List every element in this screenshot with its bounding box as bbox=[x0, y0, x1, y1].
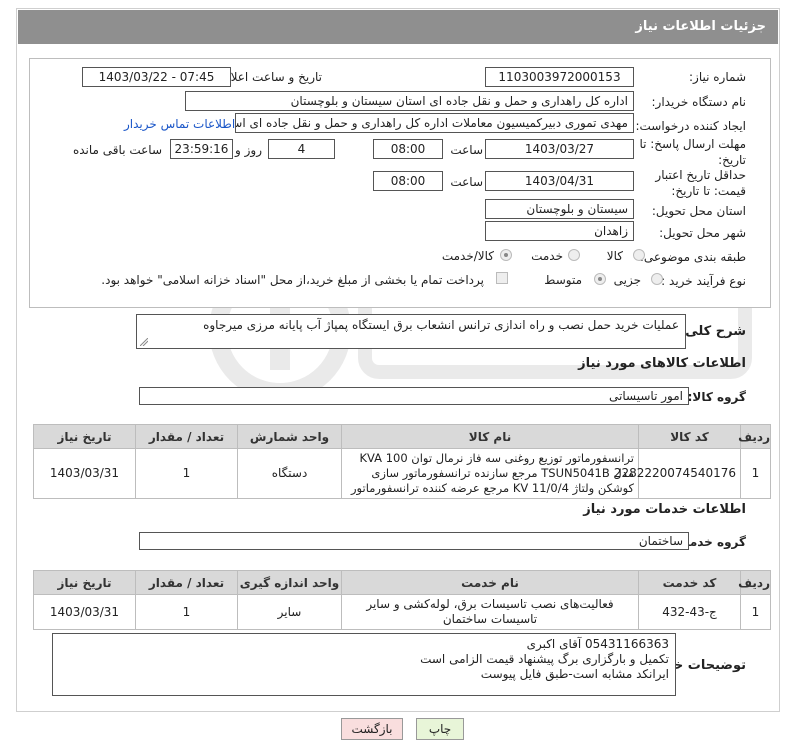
goods-code: 2282220074540176 bbox=[614, 448, 741, 499]
goods-date: 1403/03/31 bbox=[33, 448, 136, 499]
table-row[interactable]: 1 2282220074540176 ترانسفورماتور توزیع ر… bbox=[33, 448, 771, 499]
reply-deadline-label: مهلت ارسال پاسخ: تا تاریخ: bbox=[639, 137, 746, 167]
goods-section-title: اطلاعات کالاهای مورد نیاز bbox=[578, 356, 746, 371]
category-option-service: خدمت bbox=[531, 249, 563, 263]
col-date: تاریخ نیاز bbox=[33, 570, 136, 595]
province-field[interactable]: سیستان و بلوچستان bbox=[485, 199, 634, 219]
price-validity-label: حداقل تاریخ اعتبار قیمت: تا تاریخ: bbox=[655, 168, 746, 198]
province-label: استان محل تحویل: bbox=[651, 204, 746, 218]
goods-table: ردیف کد کالا نام کالا واحد شمارش تعداد /… bbox=[33, 424, 771, 499]
col-row: ردیف bbox=[738, 424, 771, 449]
buyer-note-line: ایرانکد مشابه است-طبق فایل پیوست bbox=[480, 667, 669, 681]
goods-table-header: ردیف کد کالا نام کالا واحد شمارش تعداد /… bbox=[33, 424, 771, 449]
row-number: 1 bbox=[740, 448, 771, 499]
print-button[interactable]: چاپ bbox=[416, 718, 464, 740]
need-number-field[interactable]: 1103003972000153 bbox=[485, 67, 634, 87]
price-validity-date-field[interactable]: 1403/04/31 bbox=[485, 171, 634, 191]
buyer-note-line: 05431166363 آقای اکبری bbox=[526, 637, 669, 651]
purchase-type-label: نوع فرآیند خرید : bbox=[661, 274, 746, 288]
services-group-field[interactable]: ساختمان bbox=[139, 532, 689, 550]
reply-date-field[interactable]: 1403/03/27 bbox=[485, 139, 634, 159]
buyer-org-label: نام دستگاه خریدار: bbox=[651, 95, 747, 109]
buyer-org-field[interactable]: اداره کل راهداری و حمل و نقل جاده ای است… bbox=[185, 91, 634, 111]
reply-time-field[interactable]: 08:00 bbox=[373, 139, 443, 159]
back-button[interactable]: بازگشت bbox=[341, 718, 403, 740]
category-radio-service[interactable] bbox=[568, 249, 580, 261]
service-unit: سایر bbox=[237, 594, 342, 630]
price-validity-time-label: ساعت bbox=[450, 175, 483, 189]
buyer-note-line: تکمیل و بارگزاری برگ پیشنهاد قیمت الزامی… bbox=[420, 652, 669, 666]
service-name: فعالیت‌های نصب تاسیسات برق، لوله‌کشی و س… bbox=[341, 594, 639, 630]
reply-days-field[interactable]: 4 bbox=[268, 139, 335, 159]
requester-label: ایجاد کننده درخواست: bbox=[635, 119, 746, 133]
reply-time-label: ساعت bbox=[450, 143, 483, 157]
col-code: کد خدمت bbox=[638, 570, 741, 595]
col-row: ردیف bbox=[738, 570, 771, 595]
service-code: ج-43-432 bbox=[638, 594, 741, 630]
col-qty: تعداد / مقدار bbox=[135, 570, 238, 595]
city-field[interactable]: زاهدان bbox=[485, 221, 634, 241]
col-name: نام کالا bbox=[341, 424, 639, 449]
purchase-radio-minor[interactable] bbox=[651, 273, 663, 285]
announce-datetime-field[interactable]: 1403/03/22 - 07:45 bbox=[82, 67, 231, 87]
services-table-header: ردیف کد خدمت نام خدمت واحد اندازه گیری ت… bbox=[33, 570, 771, 595]
reply-days-label: روز و bbox=[235, 143, 262, 157]
page-title: جزئیات اطلاعات نیاز bbox=[18, 10, 778, 44]
service-date: 1403/03/31 bbox=[33, 594, 136, 630]
description-textarea[interactable]: عملیات خرید حمل نصب و راه اندازی ترانس ا… bbox=[136, 314, 686, 349]
row-number: 1 bbox=[740, 594, 771, 630]
category-radio-goods-service[interactable] bbox=[500, 249, 512, 261]
city-label: شهر محل تحویل: bbox=[659, 226, 746, 240]
remaining-time-field[interactable]: 23:59:16 bbox=[170, 139, 233, 159]
goods-name: ترانسفورماتور توزیع روغنی سه فاز نرمال ت… bbox=[341, 448, 639, 499]
category-option-goods: کالا bbox=[606, 249, 623, 263]
resize-grip-icon[interactable] bbox=[140, 338, 148, 346]
goods-unit: دستگاه bbox=[237, 448, 342, 499]
goods-group-label: گروه کالا: bbox=[687, 390, 746, 404]
purchase-radio-medium[interactable] bbox=[594, 273, 606, 285]
col-unit: واحد شمارش bbox=[237, 424, 342, 449]
table-row[interactable]: 1 ج-43-432 فعالیت‌های نصب تاسیسات برق، ل… bbox=[33, 594, 771, 630]
goods-group-field[interactable]: امور تاسیساتی bbox=[139, 387, 689, 405]
price-validity-time-field[interactable]: 08:00 bbox=[373, 171, 443, 191]
col-code: کد کالا bbox=[638, 424, 741, 449]
col-date: تاریخ نیاز bbox=[33, 424, 136, 449]
services-section-title: اطلاعات خدمات مورد نیاز bbox=[583, 502, 746, 517]
category-radio-goods[interactable] bbox=[633, 249, 645, 261]
goods-qty: 1 bbox=[135, 448, 238, 499]
purchase-option-medium: متوسط bbox=[544, 273, 582, 287]
requester-field[interactable]: مهدی تموری دبیرکمیسیون معاملات اداره کل … bbox=[235, 113, 634, 133]
service-qty: 1 bbox=[135, 594, 238, 630]
category-option-goods-service: کالا/خدمت bbox=[441, 249, 494, 263]
col-name: نام خدمت bbox=[341, 570, 639, 595]
services-table: ردیف کد خدمت نام خدمت واحد اندازه گیری ت… bbox=[33, 570, 771, 630]
buyer-contact-link[interactable]: اطلاعات تماس خریدار bbox=[124, 117, 235, 131]
description-text: عملیات خرید حمل نصب و راه اندازی ترانس ا… bbox=[203, 318, 679, 332]
remaining-time-label: ساعت باقی مانده bbox=[72, 143, 162, 157]
treasury-note: پرداخت تمام یا بخشی از مبلغ خرید،از محل … bbox=[101, 273, 484, 287]
need-number-label: شماره نیاز: bbox=[689, 70, 746, 84]
col-qty: تعداد / مقدار bbox=[135, 424, 238, 449]
buyer-notes-textarea[interactable]: 05431166363 آقای اکبری تکمیل و بارگزاری … bbox=[52, 633, 676, 696]
treasury-checkbox[interactable] bbox=[496, 272, 508, 284]
purchase-option-minor: جزیی bbox=[613, 273, 641, 287]
col-unit: واحد اندازه گیری bbox=[237, 570, 342, 595]
category-label: طبقه بندی موضوعی: bbox=[639, 250, 746, 264]
